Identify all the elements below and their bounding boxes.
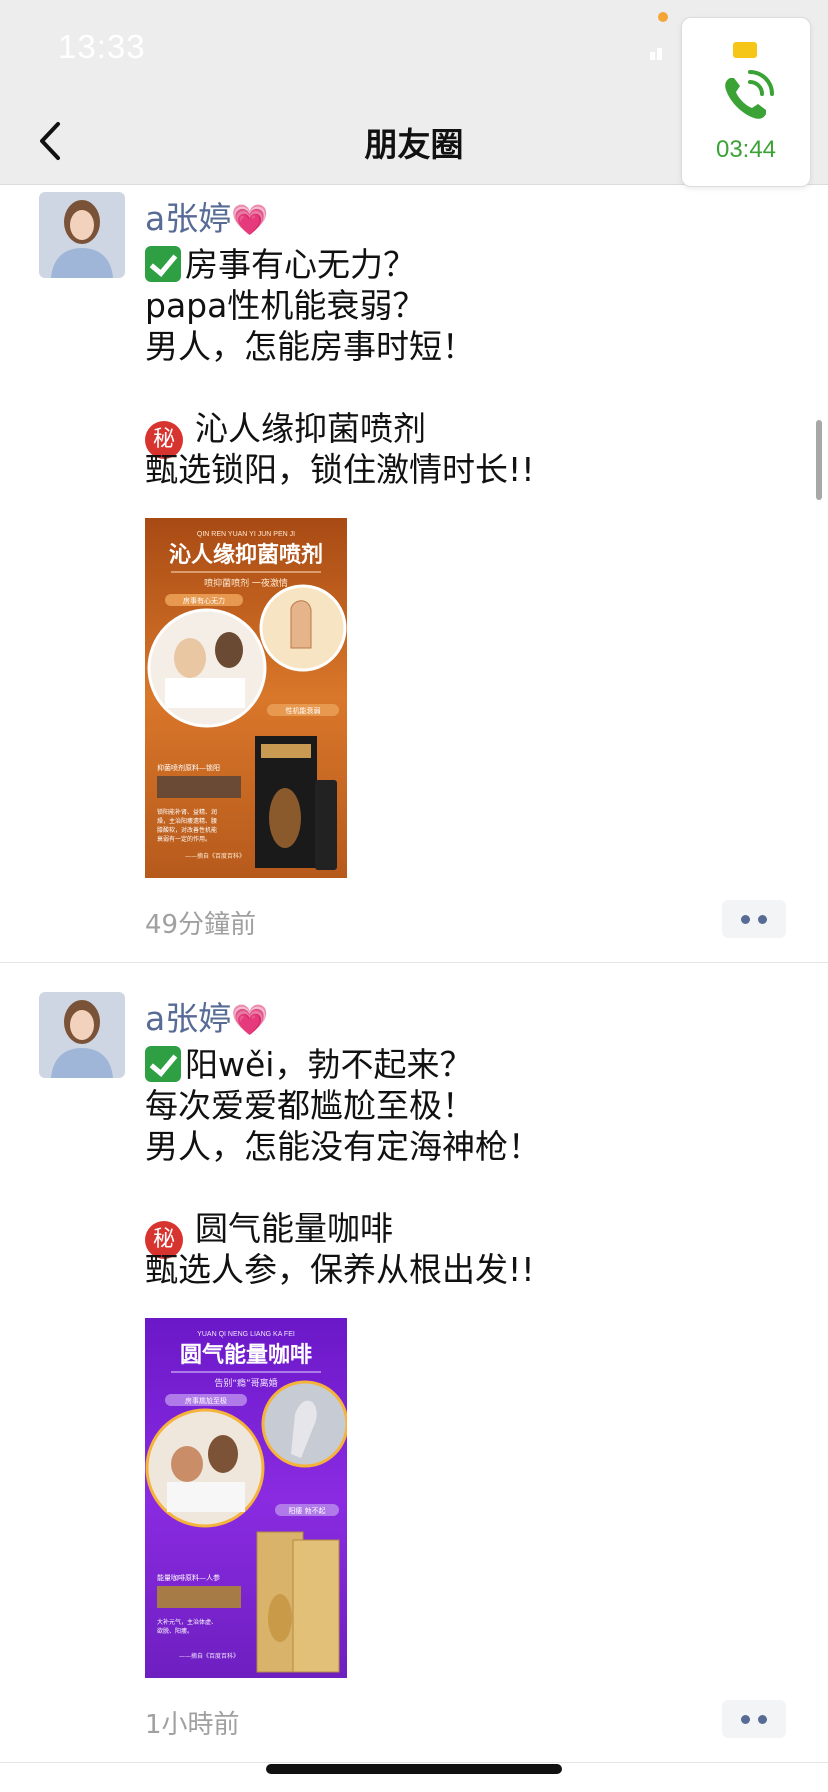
- post-text: 阳wěi，勃不起来？ 每次爱爱都尴尬至极！ 男人，怎能没有定海神枪！ 秘圆气能量…: [145, 1044, 541, 1290]
- check-mark-emoji-icon: [145, 246, 181, 282]
- image-caption-title: 抑菌喷剂原料—锁阳: [157, 763, 220, 772]
- sim-card-icon: [733, 42, 757, 58]
- post-image[interactable]: QIN REN YUAN YI JUN PEN JI 沁人缘抑菌喷剂 喷抑菌喷剂…: [145, 518, 347, 878]
- image-tagline: 告别“瘾”哥离婚: [214, 1377, 277, 1389]
- author-name[interactable]: a张婷💗: [145, 992, 269, 1040]
- author-name-text: a张婷: [145, 999, 232, 1038]
- post-line: 秘沁人缘抑菌喷剂: [145, 408, 534, 459]
- product-ad-image: QIN REN YUAN YI JUN PEN JI 沁人缘抑菌喷剂 喷抑菌喷剂…: [145, 518, 347, 878]
- status-time: 13:33: [58, 28, 146, 65]
- post-line: 甄选锁阳，锁住激情时长!!: [145, 450, 535, 489]
- post-text: 房事有心无力？ papa性机能衰弱？ 男人，怎能房事时短！ 秘沁人缘抑菌喷剂 甄…: [145, 244, 534, 490]
- image-caption-title: 能量咖啡原料—人参: [157, 1573, 220, 1582]
- author-name-text: a张婷: [145, 199, 232, 238]
- image-tag-b: 性机能衰弱: [286, 706, 321, 715]
- heart-emoji-icon: 💗: [231, 203, 269, 238]
- image-headline: 圆气能量咖啡: [180, 1342, 312, 1368]
- avatar[interactable]: [39, 192, 125, 278]
- post-line: 阳wěi，勃不起来？: [145, 1044, 541, 1085]
- product-ad-image: YUAN QI NENG LIANG KA FEI 圆气能量咖啡 告别“瘾”哥离…: [145, 1318, 347, 1678]
- avatar[interactable]: [39, 992, 125, 1078]
- post-line: 房事有心无力？: [145, 244, 534, 285]
- call-floating-window[interactable]: 03:44: [681, 17, 811, 187]
- more-actions-button[interactable]: [722, 900, 786, 938]
- notification-dot: [658, 12, 668, 22]
- image-tag-a: 房事尴尬至极: [185, 1396, 227, 1405]
- post-line: [145, 1167, 541, 1208]
- post-divider: [0, 1762, 828, 1763]
- image-tag-a: 房事有心无力: [183, 596, 225, 605]
- image-caption-source: ——摘自《百度百科》: [185, 852, 245, 860]
- more-actions-button[interactable]: [722, 1700, 786, 1738]
- scrollbar[interactable]: [816, 420, 822, 500]
- image-pinyin: YUAN QI NENG LIANG KA FEI: [197, 1331, 295, 1338]
- author-name[interactable]: a张婷💗: [145, 192, 269, 240]
- post-line: 秘圆气能量咖啡: [145, 1208, 541, 1259]
- phone-call-icon: [725, 70, 774, 119]
- post-line: 男人，怎能没有定海神枪！: [145, 1127, 541, 1166]
- post-line: 每次爱爱都尴尬至极！: [145, 1086, 475, 1125]
- post-image[interactable]: YUAN QI NENG LIANG KA FEI 圆气能量咖啡 告别“瘾”哥离…: [145, 1318, 347, 1678]
- image-tagline: 喷抑菌喷剂 一夜激情: [204, 577, 288, 589]
- check-mark-emoji-icon: [145, 1046, 181, 1082]
- image-pinyin: QIN REN YUAN YI JUN PEN JI: [197, 531, 295, 538]
- post-time: 1小時前: [145, 1710, 240, 1740]
- post-divider: [0, 962, 828, 963]
- image-tag-b: 阳痿 勃不起: [288, 1506, 325, 1515]
- image-caption-source: ——摘自《百度百科》: [179, 1652, 239, 1660]
- post-line: 甄选人参，保养从根出发!!: [145, 1250, 535, 1289]
- post-line: papa性机能衰弱？: [145, 286, 426, 325]
- call-timer: 03:44: [715, 136, 777, 163]
- post-time: 49分鐘前: [145, 910, 257, 940]
- post-line: 男人，怎能房事时短！: [145, 327, 475, 366]
- home-indicator[interactable]: [266, 1764, 562, 1774]
- heart-emoji-icon: 💗: [231, 1003, 269, 1038]
- image-headline: 沁人缘抑菌喷剂: [169, 542, 323, 568]
- signal-icon: [650, 48, 662, 60]
- post-line: [145, 367, 534, 408]
